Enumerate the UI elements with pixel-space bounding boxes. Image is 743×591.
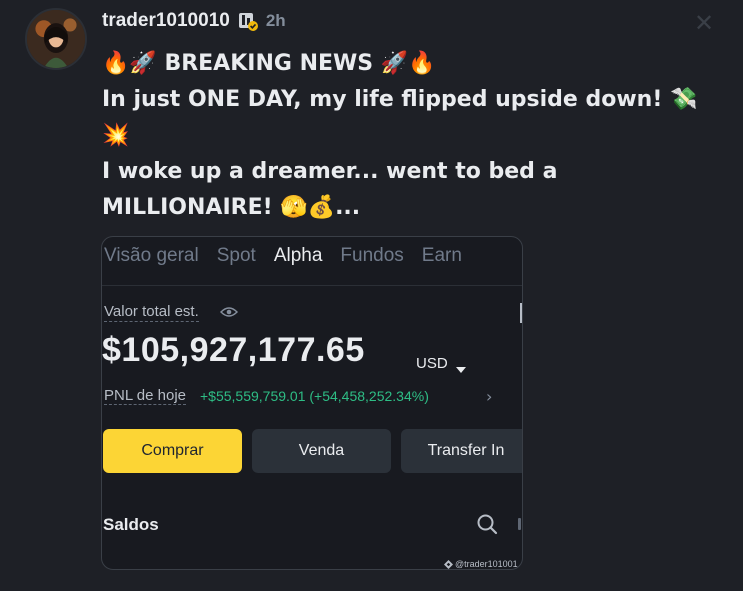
tab-earn[interactable]: Earn xyxy=(422,245,462,267)
username[interactable]: trader1010010 xyxy=(102,10,230,32)
transfer-in-button[interactable]: Transfer In xyxy=(401,429,522,473)
post-body: 🔥🚀 BREAKING NEWS 🚀🔥 In just ONE DAY, my … xyxy=(102,46,722,226)
verified-badge-icon xyxy=(238,11,258,31)
caret-down-icon[interactable] xyxy=(456,361,466,373)
binance-logo-icon xyxy=(444,559,453,569)
post-time: 2h xyxy=(265,11,286,30)
buy-button[interactable]: Comprar xyxy=(103,429,242,473)
search-icon[interactable] xyxy=(476,513,498,535)
tab-spot[interactable]: Spot xyxy=(217,245,256,267)
scroll-marker xyxy=(520,303,522,323)
post-line: MILLIONAIRE! 🫣💰... xyxy=(102,195,361,220)
pnl-label: PNL de hoje xyxy=(104,387,187,405)
close-icon[interactable]: ✕ xyxy=(693,11,715,35)
post-line: 🔥🚀 BREAKING NEWS 🚀🔥 xyxy=(102,51,436,76)
watermark: @trader101001 xyxy=(444,559,518,569)
tab-alpha[interactable]: Alpha xyxy=(274,245,323,267)
eye-icon[interactable] xyxy=(219,305,239,319)
pnl-value: +$55,559,759.01 (+54,458,252.34%) xyxy=(200,388,429,404)
post-header: trader1010010 2h xyxy=(102,10,286,32)
avatar[interactable] xyxy=(25,8,87,70)
saldos-heading: Saldos xyxy=(103,515,159,534)
post-card: ✕ trader1010010 2h 🔥🚀 BREAKING NEWS 🚀🔥 I… xyxy=(0,0,743,591)
tab-divider xyxy=(102,285,522,286)
post-line: I woke up a dreamer... went to bed a xyxy=(102,159,558,184)
watermark-text: @trader101001 xyxy=(455,559,518,569)
sell-button[interactable]: Venda xyxy=(252,429,391,473)
total-value: $105,927,177.65 xyxy=(102,331,365,369)
tab-fundos[interactable]: Fundos xyxy=(340,245,403,267)
wallet-tabs: Visão geral Spot Alpha Fundos Earn xyxy=(104,245,462,267)
embedded-screenshot[interactable]: Visão geral Spot Alpha Fundos Earn Valor… xyxy=(101,236,523,570)
valor-total-label: Valor total est. xyxy=(104,303,199,322)
currency-select[interactable]: USD xyxy=(416,355,448,372)
chevron-right-icon[interactable]: › xyxy=(486,387,492,406)
edge-mark xyxy=(518,518,521,530)
post-line: In just ONE DAY, my life flipped upside … xyxy=(102,87,698,112)
post-line: 💥 xyxy=(102,123,130,148)
tab-visao-geral[interactable]: Visão geral xyxy=(104,245,199,267)
